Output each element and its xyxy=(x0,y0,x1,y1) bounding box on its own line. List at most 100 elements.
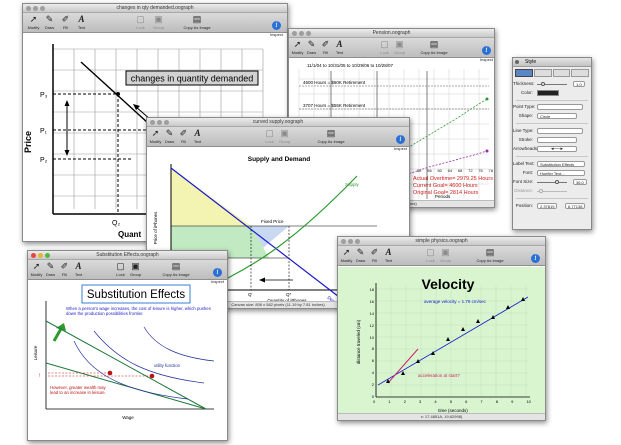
group-button[interactable]: ▣ Group xyxy=(151,14,166,30)
copy-as-image-button[interactable]: ▤ Copy As Image xyxy=(472,247,508,263)
actual-overtime-text: Actual Overtime= 2979.25 Hours xyxy=(413,176,493,182)
x-tick: 76 xyxy=(478,168,483,173)
text-button[interactable]: A Text xyxy=(332,39,347,55)
point-type-row: Point Type: xyxy=(513,103,591,111)
font-size-slider[interactable] xyxy=(537,180,567,184)
arrow-cursor-icon: ➚ xyxy=(29,14,38,24)
group-button[interactable]: ▣ Group xyxy=(438,247,453,263)
group-button[interactable]: ▣ Group xyxy=(277,128,292,144)
pencil-icon: ✎ xyxy=(307,39,316,49)
stroke-select[interactable] xyxy=(537,137,577,143)
font-row: Font: Hoefler Text... xyxy=(513,169,591,177)
arrowheads-select[interactable]: ◂──▸ xyxy=(537,146,577,152)
tab-arrange[interactable] xyxy=(552,69,571,77)
average-velocity-label: average velocity = 1.79 cm/sec xyxy=(424,299,487,304)
text-icon: A xyxy=(336,39,343,49)
fill-button[interactable]: ✐ Fill xyxy=(367,247,382,263)
position-x-input[interactable]: 2.37819 xyxy=(537,203,558,209)
arrow-up-small-icon: ↑ xyxy=(38,373,41,379)
label-p2: P₂ xyxy=(40,157,48,164)
data-point xyxy=(446,337,450,341)
draw-button[interactable]: ✎ Draw xyxy=(42,14,57,30)
lock-button[interactable]: ▢ Lock xyxy=(133,14,148,30)
tab-data[interactable] xyxy=(571,69,589,77)
brush-icon: ✐ xyxy=(61,14,70,24)
panel-title-bar[interactable]: Style xyxy=(513,58,591,67)
title-bar[interactable]: changes in qty demanded.oograph xyxy=(23,4,287,13)
graph-canvas[interactable]: Substitution Effects When a person's wag… xyxy=(28,281,228,441)
window-title: simple physics.oograph xyxy=(415,238,468,244)
font-size-input[interactable]: 36.0 xyxy=(573,179,587,185)
draw-button[interactable]: ✎ Draw xyxy=(162,128,177,144)
tab-style[interactable] xyxy=(515,69,533,77)
text-button[interactable]: A Text xyxy=(381,247,396,263)
pencil-icon: ✎ xyxy=(45,14,54,24)
shape-select[interactable]: Circle xyxy=(537,113,577,119)
label-q2: Q₂ xyxy=(112,220,120,227)
label-text-row: Label Text: Substitution Effects xyxy=(513,160,591,168)
label-changes-in-quantity-demanded: changes in quantity demanded xyxy=(131,74,254,84)
thickness-slider[interactable] xyxy=(537,82,567,86)
text-button[interactable]: A Text xyxy=(71,261,86,277)
copy-as-image-button[interactable]: ▤ Copy As Image xyxy=(313,128,349,144)
lock-button[interactable]: ▢ Lock xyxy=(377,39,392,55)
periods-label: Periods xyxy=(435,194,451,199)
tab-text[interactable] xyxy=(533,69,552,77)
position-y-input[interactable]: 6.77138 xyxy=(565,203,586,209)
projection-purple xyxy=(398,150,488,178)
line-type-segmented[interactable] xyxy=(537,128,583,134)
modify-button[interactable]: ➚ Modify xyxy=(29,261,44,277)
lock-icon: ▢ xyxy=(426,247,435,257)
point-type-label: Point Type: xyxy=(513,104,536,109)
lock-button[interactable]: ▢ Lock xyxy=(423,247,438,263)
copy-as-image-button[interactable]: ▤ Copy As Image xyxy=(179,14,215,30)
draw-button[interactable]: ✎ Draw xyxy=(304,39,319,55)
lock-button[interactable]: ▢ Lock xyxy=(262,128,277,144)
x-tick: 60 xyxy=(437,168,442,173)
distance-row: Distance: xyxy=(513,187,591,195)
draw-button[interactable]: ✎ Draw xyxy=(353,247,368,263)
fill-button[interactable]: ✐ Fill xyxy=(318,39,333,55)
label-text-input[interactable]: Substitution Effects xyxy=(537,161,585,167)
x-tick: 52 xyxy=(417,168,422,173)
close-icon[interactable] xyxy=(515,60,519,64)
arrow-cursor-icon: ➚ xyxy=(151,128,160,138)
line-type-row: Line Type: xyxy=(513,127,591,135)
lock-button[interactable]: ▢ Lock xyxy=(113,261,128,277)
color-swatch[interactable] xyxy=(537,90,559,96)
group-button[interactable]: ▣ Group xyxy=(392,39,407,55)
draw-button[interactable]: ✎ Draw xyxy=(43,261,58,277)
x-tick: 64 xyxy=(447,168,453,173)
heading-substitution-effects: Substitution Effects xyxy=(87,289,185,301)
x-tick: 2 xyxy=(403,399,406,404)
modify-button[interactable]: ➚ Modify xyxy=(148,128,163,144)
y-axis-label: Leisure xyxy=(33,345,38,360)
fill-button[interactable]: ✐ Fill xyxy=(57,261,72,277)
title-bar[interactable]: simple physics.oograph xyxy=(338,237,545,246)
point-type-segmented[interactable] xyxy=(537,104,583,110)
modify-button[interactable]: ➚ Modify xyxy=(26,14,41,30)
font-button[interactable]: Hoefler Text... xyxy=(537,170,585,176)
divider xyxy=(516,100,588,101)
title-bar[interactable]: Substitution Effects.oograph xyxy=(28,251,227,260)
text-button[interactable]: A Text xyxy=(74,14,89,30)
pencil-icon: ✎ xyxy=(356,247,365,257)
copy-as-image-button[interactable]: ▤ Copy As Image xyxy=(416,39,452,55)
fill-button[interactable]: ✐ Fill xyxy=(176,128,191,144)
y-axis-label: distance traveled (cm) xyxy=(356,319,361,364)
font-label: Font: xyxy=(522,170,533,175)
window-title: Pension.oograph xyxy=(372,30,411,36)
title-bar[interactable]: curved supply.oograph xyxy=(147,118,409,127)
modify-button[interactable]: ➚ Modify xyxy=(339,247,354,263)
projection-purple-point xyxy=(485,149,489,153)
text-button[interactable]: A Text xyxy=(190,128,205,144)
group-button[interactable]: ▣ Group xyxy=(128,261,143,277)
title-bar[interactable]: Pension.oograph xyxy=(289,29,494,38)
distance-slider[interactable] xyxy=(537,189,567,193)
thickness-input[interactable]: 1.0 xyxy=(573,81,585,87)
original-goal-text: Original Goal= 2814 Hours xyxy=(413,190,479,196)
fill-button[interactable]: ✐ Fill xyxy=(58,14,73,30)
copy-as-image-button[interactable]: ▤ Copy As Image xyxy=(158,261,194,277)
info-icon: i xyxy=(531,254,540,263)
modify-button[interactable]: ➚ Modify xyxy=(290,39,305,55)
